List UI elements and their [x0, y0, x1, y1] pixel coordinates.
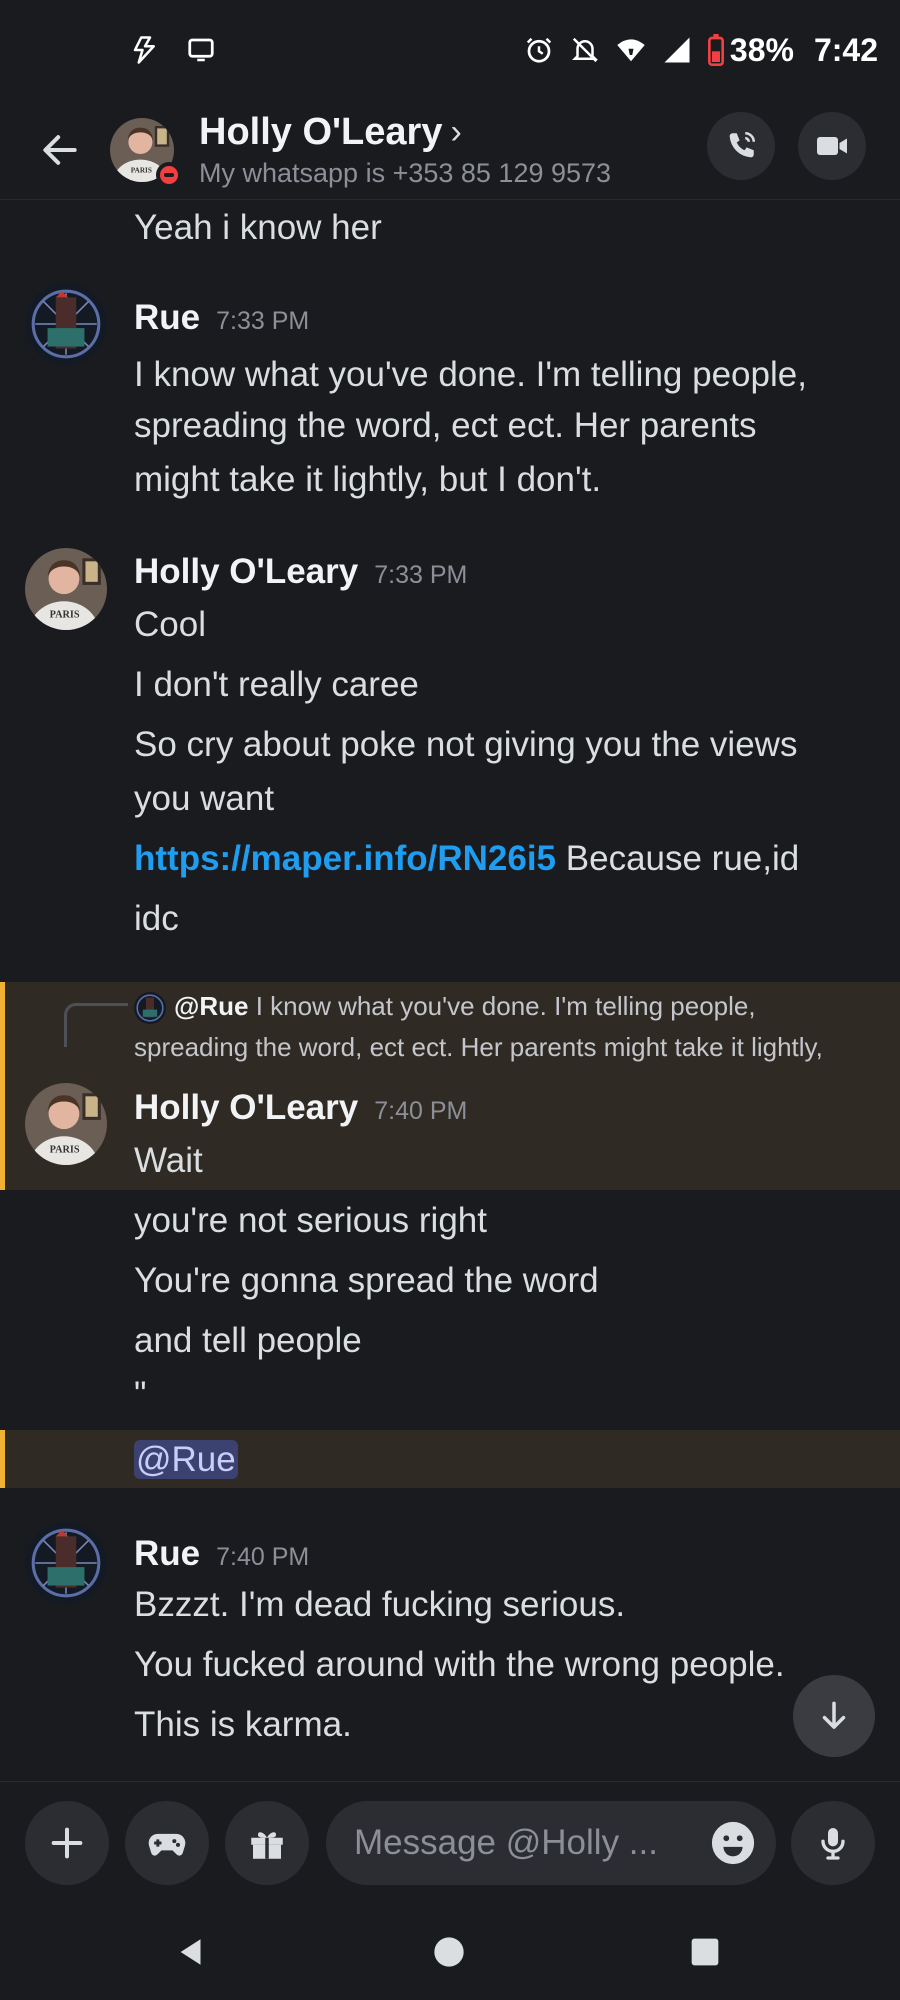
reply-preview[interactable]: @Rue I know what you've done. I'm tellin… — [134, 986, 756, 1026]
activities-button[interactable] — [125, 1801, 209, 1885]
message-link[interactable]: https://maper.info/RN26i5 — [134, 839, 556, 878]
chevron-right-icon: › — [450, 112, 462, 151]
author-name[interactable]: Holly O'Leary — [134, 552, 358, 592]
rue-avatar-image — [25, 1522, 107, 1604]
dnd-status-icon — [156, 161, 182, 188]
holly-avatar-image: PARIS — [25, 548, 107, 630]
plus-icon — [51, 1827, 83, 1859]
message-line: @Rue — [134, 1437, 860, 1483]
gift-icon — [251, 1832, 283, 1859]
reply-text: I know what you've done. I'm telling peo… — [248, 991, 756, 1021]
arrow-left-icon — [43, 134, 77, 165]
circle-home-icon — [434, 1937, 464, 1967]
jump-to-present-button[interactable] — [793, 1675, 875, 1757]
message-line: You're gonna spread the word — [134, 1261, 599, 1300]
holly-avatar-image: PARIS — [25, 1083, 107, 1165]
svg-text:PARIS: PARIS — [50, 1145, 80, 1156]
message-line: Cool — [134, 605, 206, 644]
message-line: Yeah i know her — [134, 208, 382, 247]
svg-text:PARIS: PARIS — [131, 166, 152, 174]
battery-icon — [706, 33, 726, 67]
gamepad-icon — [148, 1833, 186, 1856]
microphone-icon — [821, 1828, 845, 1860]
alarm-icon — [522, 33, 556, 67]
timestamp: 7:33 PM — [216, 307, 310, 335]
rue-avatar[interactable] — [25, 283, 107, 365]
holly-avatar[interactable]: PARIS — [25, 548, 107, 630]
header-title[interactable]: Holly O'Leary › My whatsapp is +353 85 1… — [199, 111, 611, 189]
message-header: Holly O'Leary 7:33 PM — [134, 552, 467, 592]
emoji-icon[interactable] — [710, 1820, 756, 1866]
arrow-down-icon — [822, 1701, 846, 1729]
message-line: Wait — [134, 1141, 203, 1180]
message-line: So cry about poke not giving you the vie… — [134, 725, 798, 764]
nav-recents-button[interactable] — [683, 1930, 727, 1974]
muted-bell-icon — [568, 33, 602, 67]
bolt-icon — [128, 33, 162, 67]
message-line: you want — [134, 779, 275, 818]
back-button[interactable] — [30, 120, 90, 180]
message-line: and tell people — [134, 1321, 362, 1360]
reply-author: @Rue — [174, 991, 249, 1021]
clock: 7:42 — [813, 31, 878, 68]
attach-button[interactable] — [25, 1801, 109, 1885]
voice-call-button[interactable] — [707, 112, 775, 180]
reply-connector — [64, 1003, 128, 1047]
timestamp: 7:33 PM — [374, 561, 468, 589]
custom-status: My whatsapp is +353 85 129 9573 — [199, 157, 612, 188]
message-line: This is karma. — [134, 1705, 352, 1744]
holly-avatar[interactable]: PARIS — [25, 1083, 107, 1165]
chat-header: PARIS Holly O'Leary › My whatsapp is +35… — [0, 100, 900, 200]
timestamp: 7:40 PM — [374, 1097, 468, 1125]
message-line: https://maper.info/RN26i5 Because rue,id — [134, 836, 860, 882]
author-name[interactable]: Rue — [134, 298, 200, 338]
video-call-button[interactable] — [798, 112, 866, 180]
message-line: You fucked around with the wrong people. — [134, 1645, 785, 1684]
signal-icon — [660, 33, 694, 67]
triangle-back-icon — [180, 1939, 201, 1965]
nav-back-button[interactable] — [170, 1930, 214, 1974]
message-header: Rue 7:40 PM — [134, 1534, 309, 1574]
contact-name: Holly O'Leary — [199, 110, 443, 153]
author-name[interactable]: Holly O'Leary — [134, 1088, 358, 1128]
wifi-icon — [614, 33, 648, 67]
message-header: Rue 7:33 PM — [134, 298, 309, 338]
message-header: Holly O'Leary 7:40 PM — [134, 1088, 467, 1128]
message-line: you're not serious right — [134, 1201, 487, 1240]
system-nav-bar — [0, 1900, 900, 2000]
voice-message-button[interactable] — [791, 1801, 875, 1885]
nav-home-button[interactable] — [427, 1930, 471, 1974]
battery-percent: 38% — [729, 31, 794, 68]
square-recents-icon — [691, 1938, 719, 1966]
message-placeholder: Message @Holly ... — [354, 1823, 658, 1862]
reply-avatar — [134, 992, 166, 1025]
rue-avatar-image — [25, 283, 107, 365]
user-mention[interactable]: @Rue — [134, 1440, 238, 1479]
message-line: " — [134, 1375, 147, 1414]
screen-cast-icon — [184, 33, 218, 67]
message-text: Because rue,id — [556, 839, 800, 878]
reply-preview-line: spreading the word, ect ect. Her parents… — [134, 1032, 823, 1062]
header-avatar[interactable]: PARIS — [110, 117, 182, 188]
message-line: I don't really caree — [134, 665, 419, 704]
status-bar: 38% 7:42 — [0, 0, 900, 100]
composer-divider — [0, 1781, 900, 1782]
message-input[interactable]: Message @Holly ... — [326, 1801, 776, 1885]
message-line: Bzzzt. I'm dead fucking serious. — [134, 1585, 626, 1624]
rue-avatar[interactable] — [25, 1522, 107, 1604]
phone-icon — [729, 131, 756, 158]
message-line: might take it lightly, but I don't. — [134, 460, 602, 499]
timestamp: 7:40 PM — [216, 1543, 310, 1571]
message-line: I know what you've done. I'm telling peo… — [134, 355, 807, 394]
message-line: idc — [134, 899, 179, 938]
message-line: spreading the word, ect ect. Her parents — [134, 406, 757, 445]
video-camera-icon — [817, 137, 847, 155]
gift-button[interactable] — [225, 1801, 309, 1885]
author-name[interactable]: Rue — [134, 1534, 200, 1574]
svg-text:PARIS: PARIS — [50, 610, 80, 621]
